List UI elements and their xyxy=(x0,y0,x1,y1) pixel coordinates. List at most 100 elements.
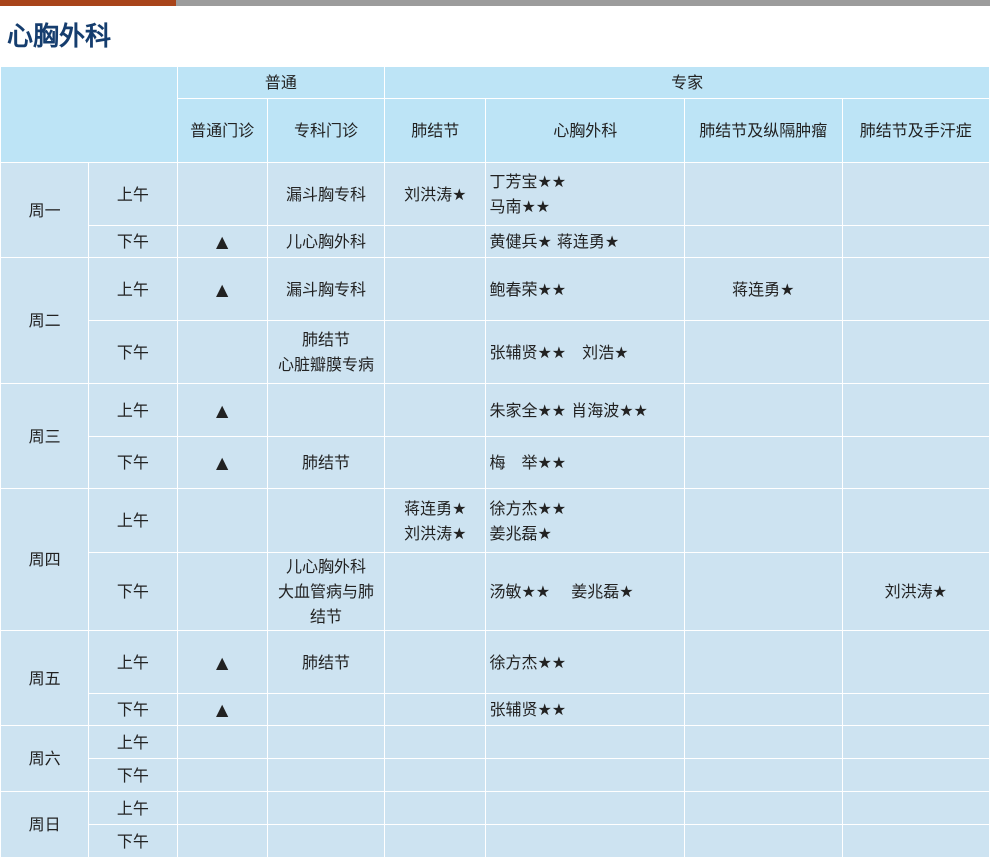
schedule-cell xyxy=(685,437,842,488)
schedule-cell: 肺结节 心脏瓣膜专病 xyxy=(267,321,385,383)
schedule-row: 周日 上午 xyxy=(1,792,989,857)
period-label: 上午 xyxy=(89,489,177,552)
schedule-cell xyxy=(385,226,486,257)
day-label: 周二 xyxy=(1,258,89,383)
schedule-row: 周六 上午 xyxy=(1,726,989,791)
schedule-cell xyxy=(385,437,486,488)
schedule-cell: ▲ xyxy=(177,437,267,488)
column-header: 肺结节及纵隔肿瘤 xyxy=(685,99,842,162)
schedule-cell xyxy=(385,825,486,857)
schedule-cell: 漏斗胸专科 xyxy=(267,258,385,320)
schedule-row: 周三 上午 ▲ 朱家全★★ 肖海波★★ xyxy=(1,384,989,488)
schedule-cell xyxy=(385,384,486,436)
schedule-row: 下午 儿心胸外科 大血管病与肺 结节 汤敏★★ 姜兆磊★ 刘洪涛★ xyxy=(1,553,989,630)
schedule-cell xyxy=(685,384,842,436)
schedule-cell xyxy=(267,384,385,436)
schedule-cell: ▲ xyxy=(177,258,267,320)
schedule-cell xyxy=(177,489,267,552)
day-label: 周五 xyxy=(1,631,89,725)
schedule-cell xyxy=(685,321,842,383)
schedule-cell xyxy=(685,489,842,552)
schedule-cell: 儿心胸外科 xyxy=(267,226,385,257)
schedule-row: 下午 肺结节 心脏瓣膜专病 张辅贤★★ 刘浩★ xyxy=(1,321,989,383)
period-label: 下午 xyxy=(89,226,177,257)
schedule-cell xyxy=(267,726,385,758)
group-header-general: 普通 xyxy=(177,67,385,98)
schedule-cell xyxy=(385,759,486,791)
schedule-cell: ▲ xyxy=(177,694,267,725)
period-label: 下午 xyxy=(89,825,177,857)
schedule-cell: 刘洪涛★ xyxy=(842,553,989,630)
schedule-cell xyxy=(267,792,385,824)
schedule-row: 下午 xyxy=(1,825,989,857)
schedule-cell xyxy=(177,163,267,225)
schedule-row: 下午 ▲ 儿心胸外科 黄健兵★ 蒋连勇★ xyxy=(1,226,989,257)
schedule-cell xyxy=(177,321,267,383)
schedule-cell xyxy=(177,726,267,758)
schedule-cell xyxy=(385,553,486,630)
column-header: 肺结节 xyxy=(385,99,486,162)
schedule-cell xyxy=(267,489,385,552)
schedule-cell xyxy=(385,694,486,725)
schedule-cell xyxy=(842,226,989,257)
schedule-cell xyxy=(177,759,267,791)
schedule-cell: 张辅贤★★ xyxy=(486,694,685,725)
day-label: 周三 xyxy=(1,384,89,488)
schedule-cell: 漏斗胸专科 xyxy=(267,163,385,225)
schedule-cell: 肺结节 xyxy=(267,631,385,693)
top-accent-bar xyxy=(0,0,176,6)
schedule-cell xyxy=(685,759,842,791)
schedule-cell xyxy=(385,258,486,320)
day-label: 周日 xyxy=(1,792,89,857)
schedule-cell: 徐方杰★★ 姜兆磊★ xyxy=(486,489,685,552)
schedule-cell xyxy=(177,553,267,630)
schedule-cell xyxy=(385,321,486,383)
day-label: 周六 xyxy=(1,726,89,791)
schedule-cell xyxy=(842,437,989,488)
day-label: 周一 xyxy=(1,163,89,257)
schedule-cell: 徐方杰★★ xyxy=(486,631,685,693)
schedule-cell: 梅 举★★ xyxy=(486,437,685,488)
schedule-cell xyxy=(685,631,842,693)
schedule-cell xyxy=(842,489,989,552)
schedule-cell xyxy=(385,792,486,824)
schedule-cell xyxy=(842,631,989,693)
column-header: 心胸外科 xyxy=(486,99,685,162)
schedule-cell xyxy=(842,321,989,383)
period-label: 下午 xyxy=(89,694,177,725)
page-title: 心胸外科 xyxy=(7,22,112,52)
period-label: 上午 xyxy=(89,726,177,758)
period-label: 上午 xyxy=(89,163,177,225)
schedule-cell xyxy=(267,759,385,791)
schedule-cell: ▲ xyxy=(177,384,267,436)
top-color-bar xyxy=(0,0,990,6)
schedule-cell xyxy=(842,792,989,824)
schedule-cell xyxy=(842,258,989,320)
schedule-cell xyxy=(486,825,685,857)
schedule-cell xyxy=(685,553,842,630)
schedule-cell xyxy=(842,726,989,758)
schedule-cell: 朱家全★★ 肖海波★★ xyxy=(486,384,685,436)
period-label: 上午 xyxy=(89,384,177,436)
schedule-cell: 丁芳宝★★ 马南★★ xyxy=(486,163,685,225)
schedule-cell xyxy=(842,759,989,791)
schedule-cell xyxy=(267,694,385,725)
schedule-cell xyxy=(685,825,842,857)
schedule-cell xyxy=(685,694,842,725)
schedule-cell: 黄健兵★ 蒋连勇★ xyxy=(486,226,685,257)
schedule-cell: 刘洪涛★ xyxy=(385,163,486,225)
group-header-expert: 专家 xyxy=(385,67,989,98)
schedule-cell xyxy=(177,825,267,857)
column-header: 普通门诊 xyxy=(177,99,267,162)
schedule-cell xyxy=(842,384,989,436)
period-label: 上午 xyxy=(89,631,177,693)
schedule-row: 下午 ▲ 张辅贤★★ xyxy=(1,694,989,725)
schedule-cell: 张辅贤★★ 刘浩★ xyxy=(486,321,685,383)
column-header: 专科门诊 xyxy=(267,99,385,162)
header-corner xyxy=(1,67,177,162)
schedule-row: 周四 上午 蒋连勇★ 刘洪涛★ 徐方杰★★ 姜兆磊★ xyxy=(1,489,989,630)
schedule-cell xyxy=(685,792,842,824)
schedule-cell xyxy=(685,726,842,758)
day-label: 周四 xyxy=(1,489,89,630)
schedule-row: 下午 xyxy=(1,759,989,791)
